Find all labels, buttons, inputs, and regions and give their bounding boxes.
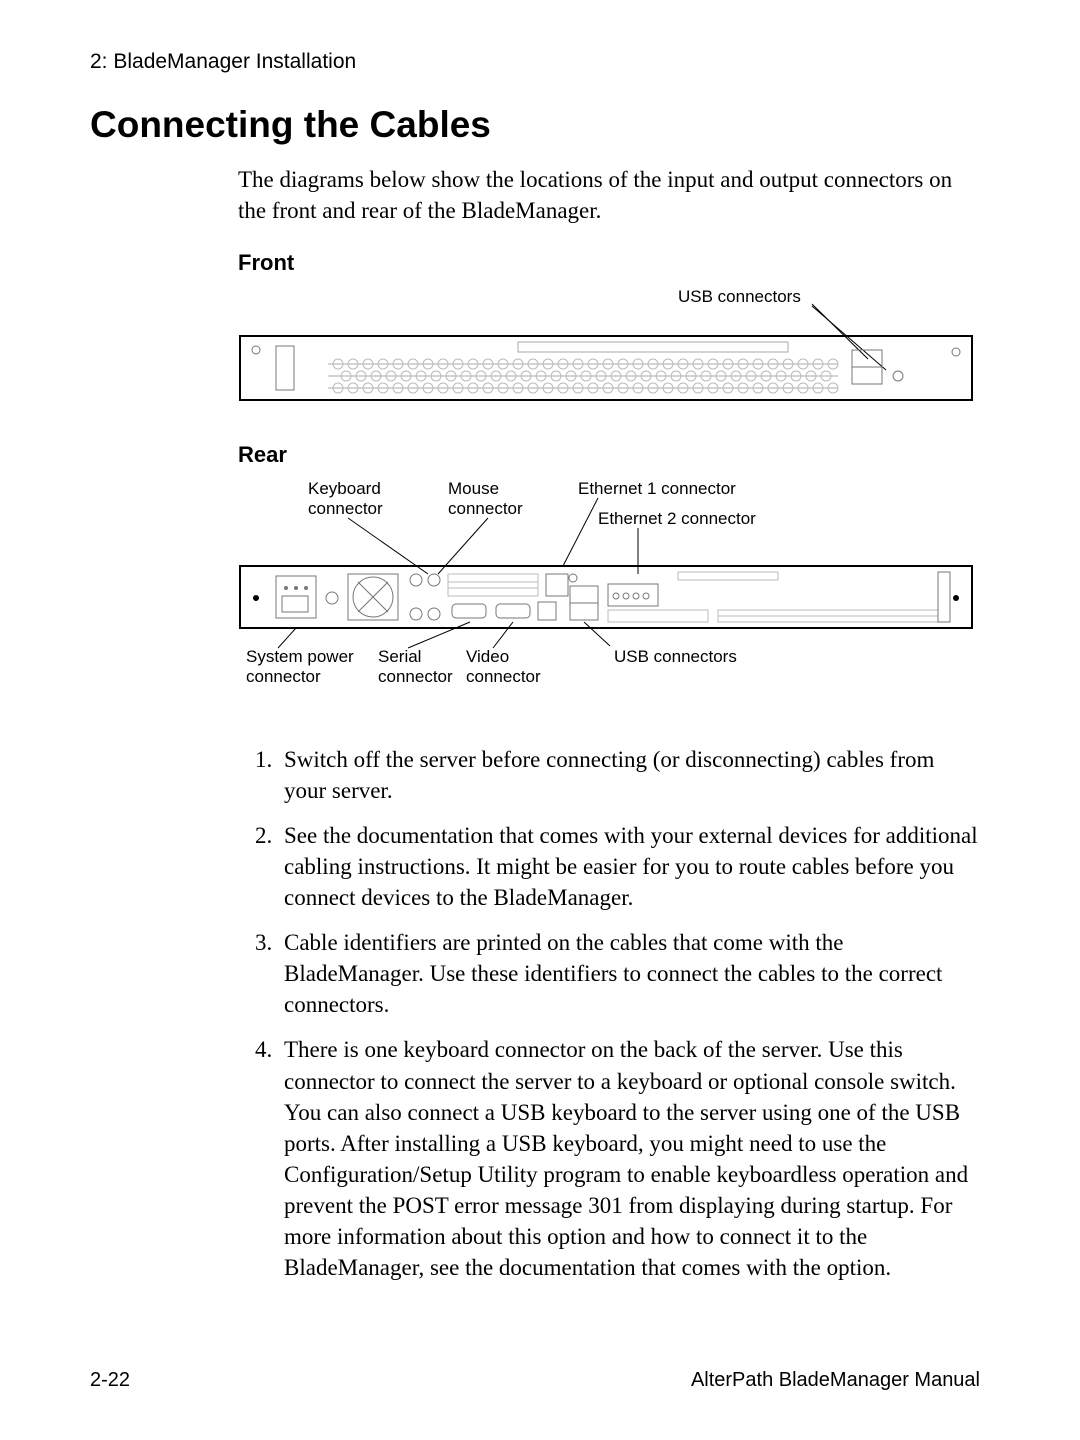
rear-subhead: Rear <box>238 442 980 468</box>
step-4: There is one keyboard connector on the b… <box>278 1034 980 1282</box>
steps-list: Switch off the server before connecting … <box>248 744 980 1283</box>
rear-syspower-label1: System power <box>246 647 354 666</box>
chapter-label: 2: BladeManager Installation <box>90 50 980 74</box>
intro-paragraph: The diagrams below show the locations of… <box>238 164 980 226</box>
rear-keyboard-label2: connector <box>308 499 383 518</box>
rear-video-label1: Video <box>466 647 509 666</box>
rear-usb-label: USB connectors <box>614 647 737 666</box>
rear-keyboard-label1: Keyboard <box>308 479 381 498</box>
step-1: Switch off the server before connecting … <box>278 744 980 806</box>
rear-mouse-label1: Mouse <box>448 479 499 498</box>
rear-eth2-label: Ethernet 2 connector <box>598 509 756 528</box>
page-title: Connecting the Cables <box>90 104 980 146</box>
footer-page-number: 2-22 <box>90 1369 130 1392</box>
rear-eth1-label: Ethernet 1 connector <box>578 479 736 498</box>
rear-serial-label1: Serial <box>378 647 421 666</box>
footer-manual-title: AlterPath BladeManager Manual <box>691 1369 980 1392</box>
rear-diagram: Keyboard connector Mouse connector Ether… <box>238 476 980 706</box>
step-2: See the documentation that comes with yo… <box>278 820 980 913</box>
step-3: Cable identifiers are printed on the cab… <box>278 927 980 1020</box>
rear-serial-label2: connector <box>378 667 453 686</box>
rear-mouse-label2: connector <box>448 499 523 518</box>
front-subhead: Front <box>238 250 980 276</box>
rear-syspower-label2: connector <box>246 667 321 686</box>
front-diagram: USB connectors <box>238 284 980 424</box>
front-usb-label: USB connectors <box>678 287 801 306</box>
rear-video-label2: connector <box>466 667 541 686</box>
